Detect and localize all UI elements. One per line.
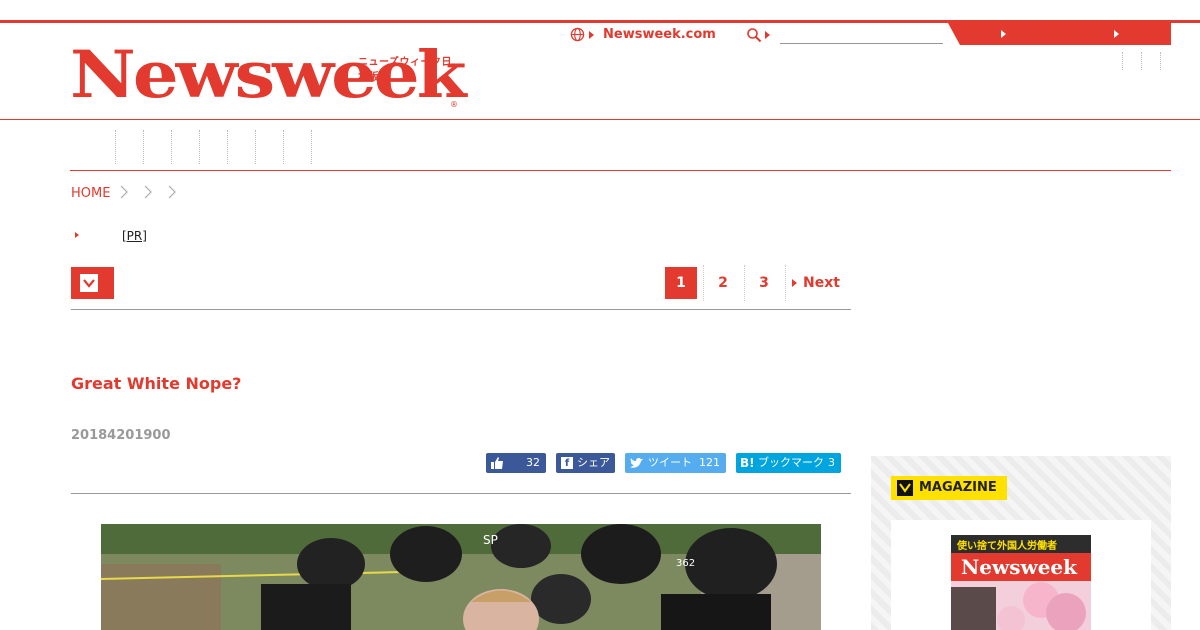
nav-separator [115, 130, 116, 164]
nav-separator [199, 130, 200, 164]
tab-arrow-icon [1001, 30, 1006, 38]
pager-separator [785, 265, 786, 301]
chevron-right-icon [144, 185, 152, 199]
magazine-label: MAGAZINE [919, 480, 997, 495]
header-tab-2[interactable] [1040, 23, 1171, 45]
article-title: Great White Nope? [71, 374, 242, 393]
hatena-bookmark-button[interactable]: B! ブックマーク 3 [736, 453, 841, 473]
tweet-button[interactable]: ツイート 121 [625, 453, 726, 473]
nav-bottom-line [70, 170, 1171, 171]
like-button[interactable]: 32 [486, 453, 546, 473]
search-input[interactable] [780, 29, 943, 44]
tweet-count: 121 [699, 456, 720, 469]
nav-separator [143, 130, 144, 164]
page-1-button[interactable]: 1 [665, 267, 697, 299]
svg-text:SP: SP [483, 533, 498, 547]
tweet-label: ツイート [648, 456, 692, 469]
like-count: 32 [526, 456, 540, 469]
header-divider [1122, 52, 1123, 70]
facebook-icon: f [561, 457, 573, 469]
page-2-button[interactable]: 2 [708, 267, 738, 299]
registered-mark: ® [450, 100, 458, 109]
facebook-share-button[interactable]: f シェア [556, 453, 615, 473]
breadcrumb-home[interactable]: HOME [71, 186, 110, 201]
promo-arrow-icon [75, 232, 79, 238]
next-arrow-icon [792, 279, 797, 287]
nav-separator [171, 130, 172, 164]
article-photo: SP 362 [101, 524, 821, 630]
header-divider [1160, 52, 1161, 70]
tab-arrow-icon [1114, 30, 1119, 38]
cover-headline: 使い捨て外国人労働者 [956, 539, 1057, 552]
pager-separator [703, 265, 704, 301]
nav-separator [255, 130, 256, 164]
divider [71, 309, 851, 310]
promo-link[interactable]: [PR] [84, 229, 147, 243]
nav-separator [283, 130, 284, 164]
site-link-arrow-icon [589, 31, 594, 39]
thumbs-up-icon [491, 457, 503, 469]
bookmark-count: 3 [828, 456, 835, 469]
facebook-share-label: シェア [577, 456, 610, 469]
chevron-right-icon [120, 185, 128, 199]
magazine-cover-image[interactable]: 使い捨て外国人労働者 Newsweek [951, 535, 1091, 630]
checkmark-box-icon [897, 480, 913, 496]
sidebar-magazine-panel: MAGAZINE 使い捨て外国人労働者 Newsweek [871, 456, 1171, 630]
magazine-cover-card[interactable]: 使い捨て外国人労働者 Newsweek [891, 520, 1151, 630]
bookmark-label: ブックマーク [758, 456, 824, 469]
nav-separator [227, 130, 228, 164]
header-tab-1[interactable] [948, 23, 1058, 45]
article-date: 20184201900 [71, 428, 171, 443]
newsweek-com-link[interactable]: Newsweek.com [603, 27, 716, 42]
header-divider [1141, 52, 1142, 70]
hatena-icon: B! [740, 456, 755, 470]
page-3-button[interactable]: 3 [749, 267, 779, 299]
twitter-bird-icon [630, 457, 643, 468]
pager-separator [744, 265, 745, 301]
chevron-down-icon [80, 274, 98, 292]
globe-icon [570, 27, 585, 42]
search-icon[interactable] [746, 27, 762, 43]
svg-text:362: 362 [676, 558, 695, 569]
expand-button[interactable] [71, 267, 114, 299]
newsweek-logo[interactable]: ニューズウィーク日本版 Newsweek ® [70, 40, 467, 112]
cover-logo: Newsweek [961, 555, 1078, 579]
chevron-right-icon [168, 185, 176, 199]
nav-separator [311, 130, 312, 164]
magazine-heading: MAGAZINE [891, 476, 1007, 500]
top-accent-line [0, 20, 1200, 23]
header-bottom-line [0, 119, 1200, 120]
logo-wordmark: Newsweek [70, 35, 467, 113]
next-page-button[interactable]: Next [803, 267, 851, 299]
divider [71, 493, 851, 494]
search-arrow-icon [765, 31, 770, 39]
promo-label: [PR] [122, 229, 147, 243]
